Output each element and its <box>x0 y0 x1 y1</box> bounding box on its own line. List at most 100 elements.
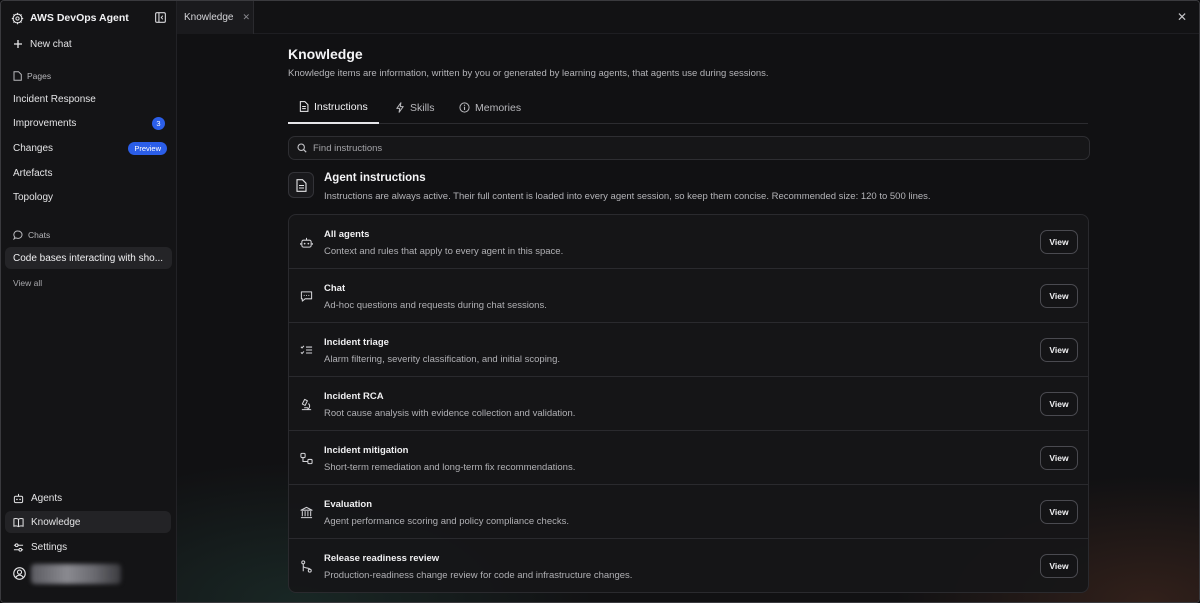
sliders-icon <box>13 542 24 553</box>
sidebar-item-changes[interactable]: Changes Preview <box>5 137 171 159</box>
user-name-redacted <box>31 564 121 584</box>
tab-memories[interactable]: Memories <box>459 91 521 124</box>
checklist-icon <box>299 343 313 357</box>
page-title: Knowledge <box>288 46 363 62</box>
view-button[interactable]: View <box>1040 392 1078 416</box>
knowledge-tabs: Instructions Skills Memories <box>288 91 1088 124</box>
item-title: Incident RCA <box>324 391 384 402</box>
sidebar-item-settings[interactable]: Settings <box>5 536 171 558</box>
aws-logo-icon <box>11 12 24 25</box>
page-icon <box>13 71 22 81</box>
section-title: Agent instructions <box>324 172 426 184</box>
sidebar-item-label: Settings <box>31 541 68 553</box>
item-description: Root cause analysis with evidence collec… <box>324 408 576 419</box>
view-button[interactable]: View <box>1040 500 1078 524</box>
git-branch-icon <box>299 559 313 573</box>
list-item: Chat Ad-hoc questions and requests durin… <box>289 269 1088 323</box>
list-item: Incident RCA Root cause analysis with ev… <box>289 377 1088 431</box>
tab-knowledge[interactable]: Knowledge ✕ <box>177 1 254 34</box>
tab-instructions[interactable]: Instructions <box>288 91 379 124</box>
sidebar-item-label: Knowledge <box>31 516 81 528</box>
pages-label: Pages <box>27 71 52 81</box>
item-title: Release readiness review <box>324 553 440 564</box>
tab-label: Skills <box>410 101 435 114</box>
view-button[interactable]: View <box>1040 554 1078 578</box>
agents-icon <box>13 493 24 504</box>
instructions-document-icon <box>288 172 314 198</box>
document-icon <box>299 101 309 112</box>
instructions-list: All agents Context and rules that apply … <box>288 214 1089 593</box>
microscope-icon <box>299 397 313 411</box>
item-title: Chat <box>324 283 346 294</box>
plus-icon <box>13 39 23 49</box>
sidebar-item-topology[interactable]: Topology <box>5 186 171 208</box>
building-icon <box>299 505 313 519</box>
sidebar-item-label: Incident Response <box>13 93 96 105</box>
page-subtitle: Knowledge items are information, written… <box>288 68 769 79</box>
tab-label: Memories <box>475 101 522 114</box>
view-all-chats-link[interactable]: View all <box>13 278 42 288</box>
robot-icon <box>299 235 313 249</box>
sidebar-item-label: Topology <box>13 191 54 203</box>
item-description: Alarm filtering, severity classification… <box>324 354 561 365</box>
sidebar-item-improvements[interactable]: Improvements 3 <box>5 112 171 134</box>
app-window: AWS DevOps Agent New chat Pages Incident… <box>0 0 1200 603</box>
workflow-icon <box>299 451 313 465</box>
main-content: Knowledge Knowledge items are informatio… <box>177 34 1199 602</box>
view-button[interactable]: View <box>1040 446 1078 470</box>
list-item: Incident mitigation Short-term remediati… <box>289 431 1088 485</box>
sidebar-item-label: Improvements <box>13 117 77 129</box>
item-title: All agents <box>324 229 370 240</box>
chats-label: Chats <box>28 230 51 240</box>
item-description: Ad-hoc questions and requests during cha… <box>324 300 547 311</box>
chat-history-item[interactable]: Code bases interacting with sho... <box>5 247 172 269</box>
item-description: Agent performance scoring and policy com… <box>324 516 570 527</box>
view-button[interactable]: View <box>1040 284 1078 308</box>
item-description: Short-term remediation and long-term fix… <box>324 462 576 473</box>
user-avatar-icon[interactable] <box>13 567 26 580</box>
item-description: Production-readiness change review for c… <box>324 570 633 581</box>
item-description: Context and rules that apply to every ag… <box>324 246 564 257</box>
view-button[interactable]: View <box>1040 338 1078 362</box>
book-icon <box>13 517 24 528</box>
tab-skills[interactable]: Skills <box>395 91 435 124</box>
close-tab-icon[interactable]: ✕ <box>242 12 250 23</box>
item-title: Incident mitigation <box>324 445 409 456</box>
collapse-sidebar-icon[interactable] <box>154 11 166 23</box>
sidebar-item-artefacts[interactable]: Artefacts <box>5 162 171 184</box>
count-badge: 3 <box>152 117 165 130</box>
brand-name: AWS DevOps Agent <box>30 12 129 24</box>
lightning-icon <box>395 102 405 113</box>
tab-bar: Knowledge ✕ ✕ <box>177 1 1199 34</box>
chats-section-label: Chats <box>13 230 50 240</box>
sidebar-item-knowledge[interactable]: Knowledge <box>5 511 171 533</box>
tab-label: Instructions <box>314 100 368 113</box>
item-title: Incident triage <box>324 337 389 348</box>
pages-section-label: Pages <box>13 71 51 81</box>
item-title: Evaluation <box>324 499 373 510</box>
section-description: Instructions are always active. Their fu… <box>324 191 931 202</box>
search-input[interactable] <box>313 142 1013 154</box>
preview-badge: Preview <box>128 142 167 155</box>
sidebar-item-label: Artefacts <box>13 167 53 179</box>
new-chat-label: New chat <box>30 38 72 50</box>
view-button[interactable]: View <box>1040 230 1078 254</box>
sidebar-item-agents[interactable]: Agents <box>5 487 171 509</box>
tab-label: Knowledge <box>184 12 234 23</box>
chat-bubble-icon <box>299 289 313 303</box>
new-chat-button[interactable]: New chat <box>5 33 171 55</box>
list-item: Release readiness review Production-read… <box>289 539 1088 592</box>
brand[interactable]: AWS DevOps Agent <box>11 10 129 26</box>
sidebar-item-label: Agents <box>31 492 63 504</box>
close-icon[interactable]: ✕ <box>1177 10 1187 24</box>
sidebar-item-incident-response[interactable]: Incident Response <box>5 88 171 110</box>
list-item: Incident triage Alarm filtering, severit… <box>289 323 1088 377</box>
search-icon <box>297 143 307 153</box>
list-item: Evaluation Agent performance scoring and… <box>289 485 1088 539</box>
sidebar: AWS DevOps Agent New chat Pages Incident… <box>1 1 177 602</box>
list-item: All agents Context and rules that apply … <box>289 215 1088 269</box>
sidebar-item-label: Changes <box>13 142 54 154</box>
chat-bubble-icon <box>13 230 23 240</box>
info-icon <box>459 102 470 113</box>
search-box[interactable] <box>288 136 1090 160</box>
